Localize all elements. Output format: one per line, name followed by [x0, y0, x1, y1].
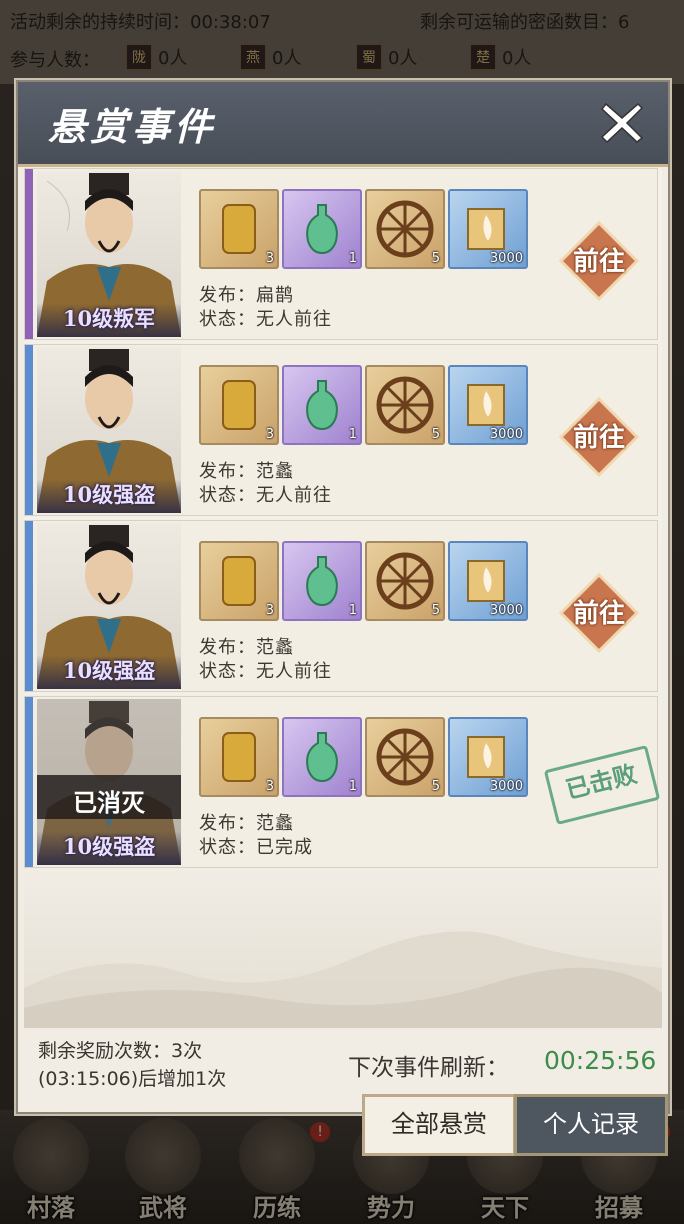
bounty-footer: 剩余奖励次数：3次 (03:15:06)后增加1次 下次事件刷新： 00:25:… — [24, 1028, 662, 1098]
refresh-label: 下次事件刷新： — [348, 1055, 509, 1081]
refresh-countdown: 00:25:56 — [544, 1046, 657, 1075]
rarity-stripe — [25, 697, 33, 867]
personal-records-button[interactable]: 个人记录 — [514, 1094, 668, 1156]
publisher-text: 发布：范蠡 — [199, 461, 294, 482]
reward-scroll[interactable]: 3000 — [448, 541, 528, 621]
bounty-modal: 悬赏事件 10级叛军 3 1 5 3000 发布：扁鹊 状态：无人前往 前往 1… — [16, 80, 670, 1114]
reward-wheel[interactable]: 5 — [365, 189, 445, 269]
rarity-stripe — [25, 345, 33, 515]
eliminated-label: 已消灭 — [73, 788, 145, 817]
reward-vase[interactable]: 1 — [282, 189, 362, 269]
enemy-level: 10级叛军 — [62, 306, 156, 331]
status-text: 状态：无人前往 — [199, 309, 332, 330]
bandit-portrait[interactable]: 10级叛军 — [37, 171, 181, 337]
defeated-stamp: 已击败 — [543, 745, 661, 825]
enemy-level: 10级强盗 — [62, 834, 156, 859]
rarity-stripe — [25, 169, 33, 339]
reward-wheel[interactable]: 5 — [365, 717, 445, 797]
reward-count: 3 — [265, 251, 274, 266]
bandit-portrait[interactable]: 10级强盗 — [37, 523, 181, 689]
bandit-portrait: 已消灭 10级强盗 — [37, 699, 181, 865]
reward-token[interactable]: 3 — [199, 365, 279, 445]
bounty-list: 10级叛军 3 1 5 3000 发布：扁鹊 状态：无人前往 前往 10级强盗 … — [24, 168, 662, 1028]
go-button[interactable]: 前往 — [558, 572, 640, 654]
reward-count: 1 — [348, 603, 357, 618]
publisher-text: 发布：扁鹊 — [199, 285, 294, 306]
reward-count: 3000 — [489, 427, 523, 442]
status-text: 状态：已完成 — [199, 837, 313, 858]
reward-increase-timer: (03:15:06)后增加1次 — [38, 1068, 227, 1090]
reward-count: 5 — [431, 779, 440, 794]
reward-count: 3000 — [489, 779, 523, 794]
status-text: 状态：无人前往 — [199, 485, 332, 506]
reward-scroll[interactable]: 3000 — [448, 189, 528, 269]
bounty-card-defeated: 已消灭 10级强盗 3 1 5 3000 发布：范蠡 状态：已完成 已击败 — [24, 696, 661, 868]
remaining-rewards: 剩余奖励次数：3次 — [38, 1040, 203, 1062]
bounty-card: 10级叛军 3 1 5 3000 发布：扁鹊 状态：无人前往 前往 — [24, 168, 658, 340]
reward-scroll[interactable]: 3000 — [448, 717, 528, 797]
reward-token[interactable]: 3 — [199, 189, 279, 269]
reward-count: 5 — [431, 251, 440, 266]
go-label: 前往 — [572, 423, 625, 453]
go-label: 前往 — [572, 599, 625, 629]
publisher-text: 发布：范蠡 — [199, 813, 294, 834]
reward-vase[interactable]: 1 — [282, 717, 362, 797]
reward-vase[interactable]: 1 — [282, 365, 362, 445]
reward-token[interactable]: 3 — [199, 717, 279, 797]
bandit-portrait[interactable]: 10级强盗 — [37, 347, 181, 513]
status-text: 状态：无人前往 — [199, 661, 332, 682]
reward-count: 3000 — [489, 603, 523, 618]
bounty-card: 10级强盗 3 1 5 3000 发布：范蠡 状态：无人前往 前往 — [24, 344, 658, 516]
all-bounties-button[interactable]: 全部悬赏 — [362, 1094, 516, 1156]
reward-count: 3 — [265, 603, 274, 618]
close-icon — [600, 102, 644, 144]
publisher-text: 发布：范蠡 — [199, 637, 294, 658]
rarity-stripe — [25, 521, 33, 691]
close-button[interactable] — [600, 100, 644, 144]
bounty-card: 10级强盗 3 1 5 3000 发布：范蠡 状态：无人前往 前往 — [24, 520, 658, 692]
reward-count: 1 — [348, 779, 357, 794]
reward-count: 1 — [348, 427, 357, 442]
reward-count: 5 — [431, 427, 440, 442]
reward-scroll[interactable]: 3000 — [448, 365, 528, 445]
go-button[interactable]: 前往 — [558, 220, 640, 302]
reward-count: 1 — [348, 251, 357, 266]
go-label: 前往 — [572, 247, 625, 277]
reward-vase[interactable]: 1 — [282, 541, 362, 621]
reward-token[interactable]: 3 — [199, 541, 279, 621]
reward-count: 3000 — [489, 251, 523, 266]
reward-count: 5 — [431, 603, 440, 618]
enemy-level: 10级强盗 — [62, 658, 156, 683]
reward-count: 3 — [265, 427, 274, 442]
modal-header: 悬赏事件 — [18, 82, 668, 167]
mountain-decoration — [24, 931, 662, 1028]
reward-wheel[interactable]: 5 — [365, 541, 445, 621]
modal-title: 悬赏事件 — [48, 104, 217, 149]
enemy-level: 10级强盗 — [62, 482, 156, 507]
reward-wheel[interactable]: 5 — [365, 365, 445, 445]
go-button[interactable]: 前往 — [558, 396, 640, 478]
reward-count: 3 — [265, 779, 274, 794]
